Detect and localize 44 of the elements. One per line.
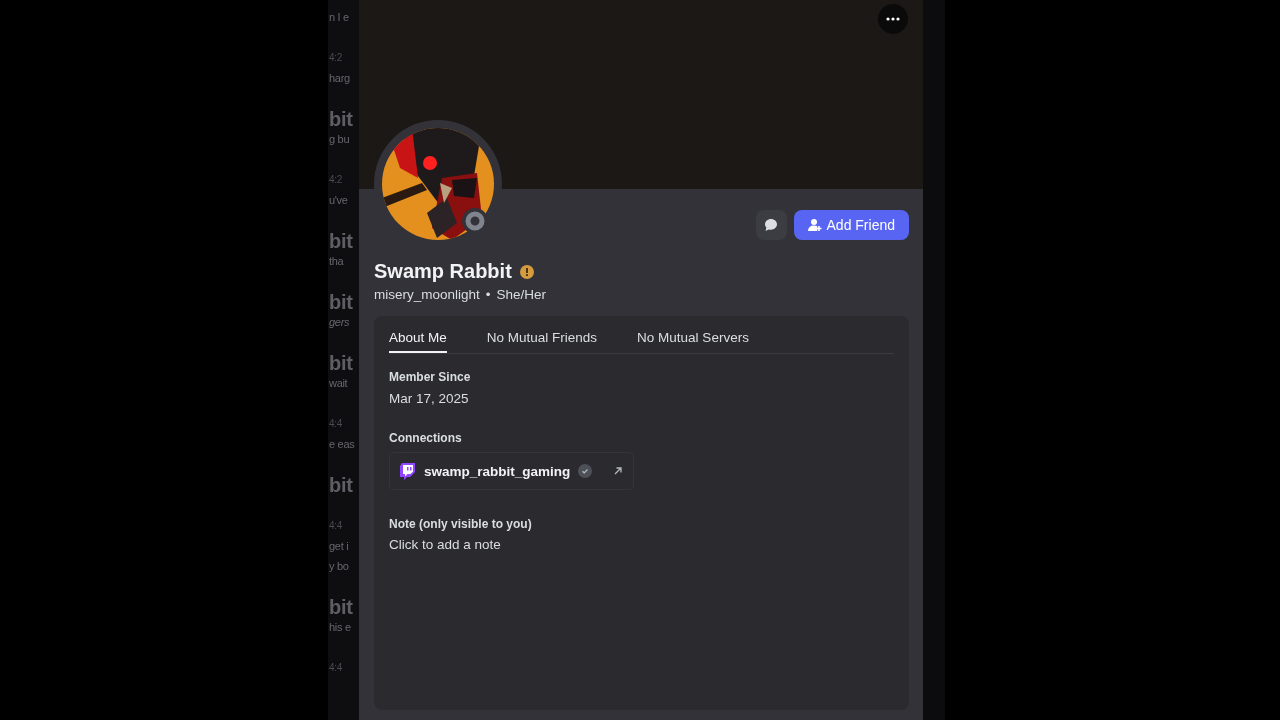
author-name: bit [329, 475, 353, 495]
author-name: bit [329, 109, 353, 129]
author-name: bit [329, 597, 353, 617]
message-text: e eas [329, 437, 355, 452]
message-text: y bo [329, 559, 349, 574]
connection-name: swamp_rabbit_gaming [424, 463, 571, 479]
section-label: Connections [389, 431, 463, 445]
section-label: Member Since [389, 370, 472, 384]
message-text: gers [329, 315, 350, 330]
member-since-date: Mar 17, 2025 [389, 391, 470, 406]
message-text: tha [329, 254, 344, 269]
chat-bubble-icon [764, 218, 778, 232]
profile-tab[interactable]: No Mutual Servers [637, 328, 749, 353]
timestamp: 4:4 [329, 661, 342, 675]
note-field[interactable]: Click to add a note [389, 537, 501, 552]
connection-item[interactable]: swamp_rabbit_gaming [389, 452, 634, 490]
author-name: bit [329, 353, 353, 373]
message-text: harg [329, 71, 350, 86]
section-label: Note (only visible to you) [389, 517, 533, 531]
username: misery_moonlight [374, 287, 480, 302]
timestamp: 4:4 [329, 417, 342, 431]
add-friend-button[interactable]: Add Friend [793, 210, 909, 240]
timestamp: 4:2 [329, 51, 342, 65]
separator-dot: • [485, 287, 491, 302]
message-text: u've [329, 193, 348, 208]
author-name: bit [329, 292, 353, 312]
display-name: Swamp Rabbit [374, 260, 512, 283]
message-text: get i [329, 539, 349, 554]
pronouns: She/Her [496, 287, 547, 302]
add-user-icon [807, 218, 822, 232]
message-text: his e [329, 620, 351, 635]
message-text: g bu [329, 132, 350, 147]
timestamp: 4:4 [329, 519, 342, 533]
profile-tab[interactable]: No Mutual Friends [486, 328, 598, 353]
more-icon [886, 17, 900, 21]
external-link-icon[interactable] [613, 466, 623, 476]
more-button[interactable] [878, 4, 908, 34]
author-name: bit [329, 231, 353, 251]
message-text: wait [329, 376, 348, 391]
warning-icon [519, 264, 534, 279]
message-button[interactable] [755, 210, 787, 240]
timestamp: 4:2 [329, 173, 342, 187]
profile-tab[interactable]: About Me [389, 328, 447, 353]
twitch-icon [400, 462, 416, 480]
